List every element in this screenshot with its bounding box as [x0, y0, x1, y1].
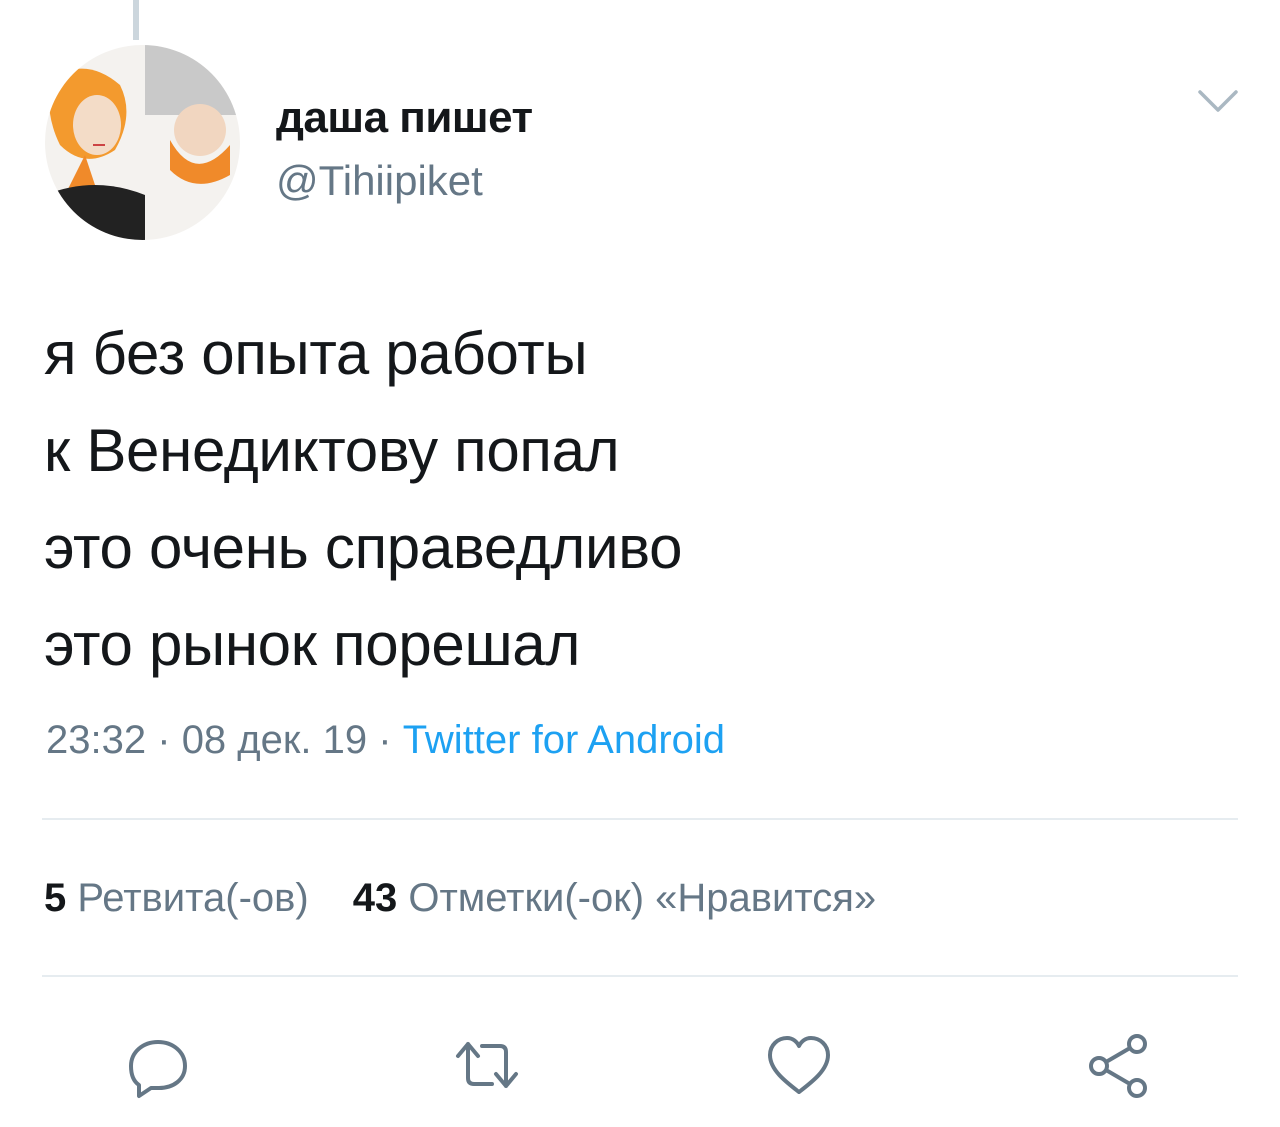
likes-label: Отметки(-ок) «Нравится»	[408, 876, 877, 920]
avatar[interactable]	[45, 45, 240, 240]
tweet-text-line: это рынок порешал	[44, 611, 581, 678]
likes-count: 43	[352, 876, 398, 920]
divider	[42, 975, 1238, 977]
tweet-text-line: это очень справедливо	[44, 514, 683, 581]
meta-separator: ·	[157, 718, 171, 762]
tweet-source-link[interactable]: Twitter for Android	[403, 718, 725, 762]
tweet-date: 08 дек. 19	[181, 718, 368, 762]
thread-connector-line	[133, 0, 139, 40]
author-handle[interactable]: @Tihiipiket	[276, 157, 483, 205]
likes-stat[interactable]: 43 Отметки(-ок) «Нравится»	[353, 876, 876, 920]
retweets-stat[interactable]: 5 Ретвита(-ов)	[44, 876, 309, 920]
reply-button[interactable]	[123, 1030, 193, 1100]
tweet-metadata: 23:32 · 08 дек. 19 · Twitter for Android	[46, 718, 725, 763]
retweet-icon	[456, 1042, 518, 1088]
chevron-down-icon[interactable]	[1196, 86, 1240, 116]
author-display-name[interactable]: даша пишет	[276, 93, 533, 143]
share-button[interactable]	[1085, 1030, 1155, 1100]
tweet-time: 23:32	[46, 718, 147, 762]
tweet-detail: даша пишет @Tihiipiket я без опыта работ…	[0, 0, 1280, 1127]
tweet-text-line: к Венедиктову попал	[44, 417, 620, 484]
share-icon	[1089, 1034, 1147, 1098]
reply-icon	[129, 1040, 187, 1098]
meta-separator: ·	[378, 718, 392, 762]
avatar-drawing	[45, 45, 240, 240]
tweet-text: я без опыта работы к Венедиктову попал э…	[44, 305, 1224, 693]
divider	[42, 818, 1238, 820]
heart-icon	[768, 1036, 830, 1094]
retweets-label: Ретвита(-ов)	[77, 876, 309, 920]
like-button[interactable]	[764, 1030, 834, 1100]
retweet-button[interactable]	[452, 1030, 522, 1100]
tweet-stats: 5 Ретвита(-ов) 43 Отметки(-ок) «Нравится»	[44, 876, 876, 921]
retweets-count: 5	[44, 876, 67, 920]
tweet-text-line: я без опыта работы	[44, 320, 588, 387]
